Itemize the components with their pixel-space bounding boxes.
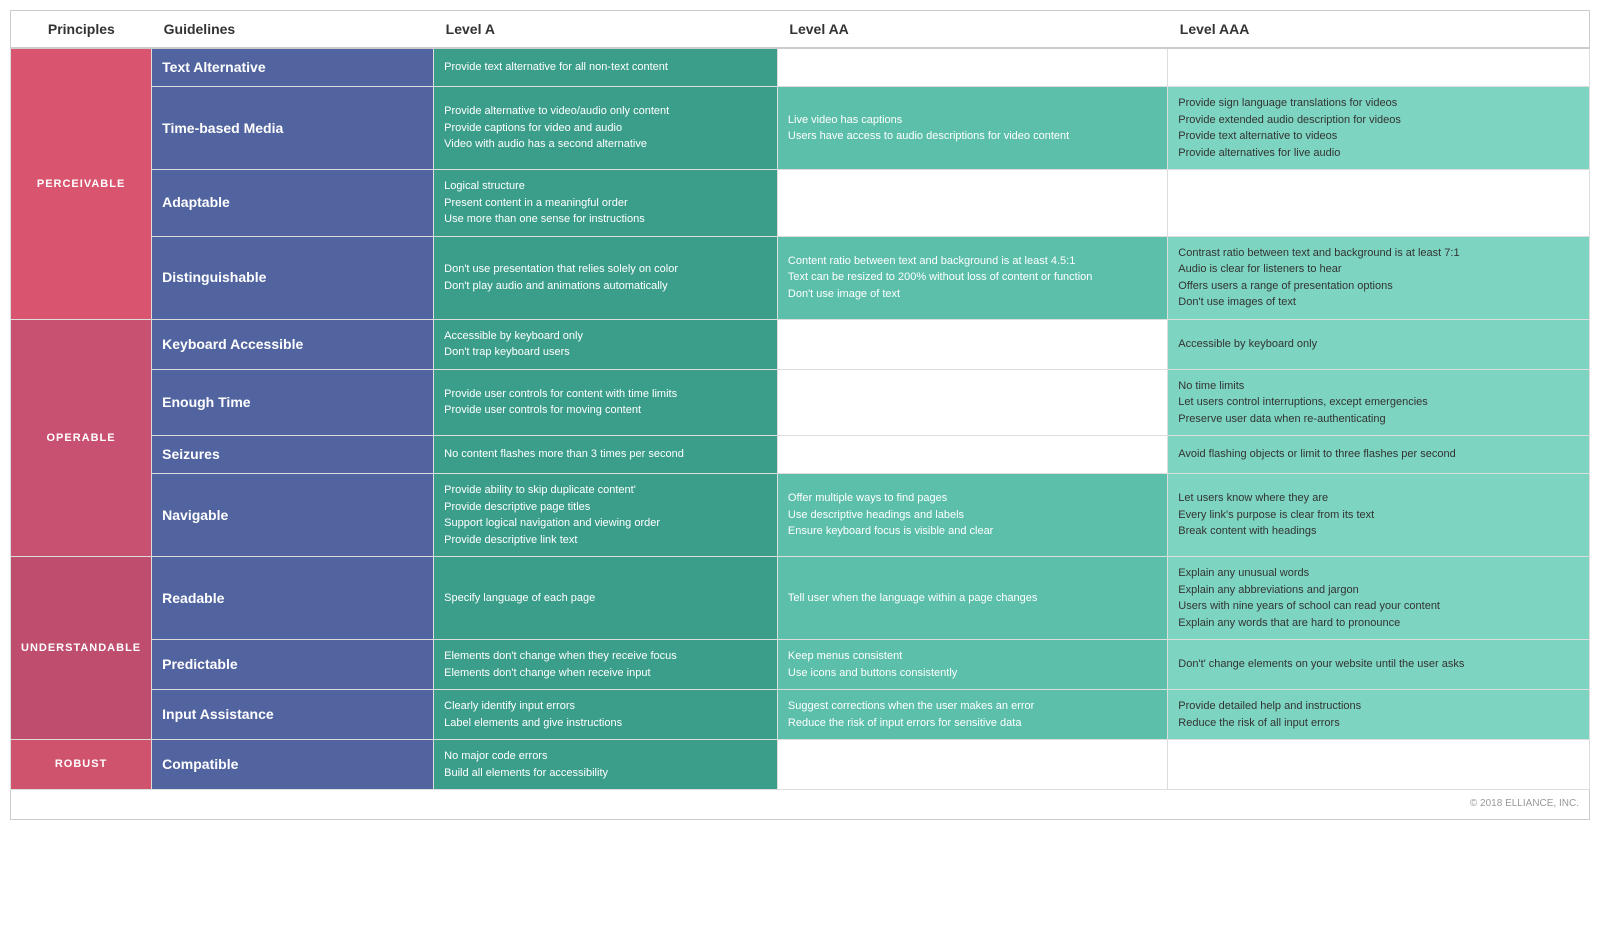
level-a-cell: Provide text alternative for all non-tex… <box>434 48 778 87</box>
header-level-aaa: Level AAA <box>1168 11 1590 49</box>
table-row: PredictableElements don't change when th… <box>11 640 1590 690</box>
table-row: ROBUSTCompatibleNo major code errorsBuil… <box>11 740 1590 790</box>
guideline-cell: Predictable <box>152 640 434 690</box>
guideline-cell: Adaptable <box>152 170 434 237</box>
level-aa-cell <box>777 319 1167 369</box>
guideline-cell: Seizures <box>152 436 434 474</box>
guideline-cell: Compatible <box>152 740 434 790</box>
guideline-cell: Enough Time <box>152 369 434 436</box>
principle-cell: PERCEIVABLE <box>11 48 152 319</box>
table-row: DistinguishableDon't use presentation th… <box>11 236 1590 319</box>
header-principles: Principles <box>11 11 152 49</box>
principle-cell: UNDERSTANDABLE <box>11 557 152 740</box>
level-aa-cell: Keep menus consistentUse icons and butto… <box>777 640 1167 690</box>
guideline-cell: Input Assistance <box>152 690 434 740</box>
level-aaa-cell <box>1168 48 1590 87</box>
level-aaa-cell: Contrast ratio between text and backgrou… <box>1168 236 1590 319</box>
table-row: SeizuresNo content flashes more than 3 t… <box>11 436 1590 474</box>
level-aaa-cell: Don't' change elements on your website u… <box>1168 640 1590 690</box>
level-aaa-cell: Accessible by keyboard only <box>1168 319 1590 369</box>
level-a-cell: No content flashes more than 3 times per… <box>434 436 778 474</box>
header-level-a: Level A <box>434 11 778 49</box>
table-row: Time-based MediaProvide alternative to v… <box>11 87 1590 170</box>
principle-cell: ROBUST <box>11 740 152 790</box>
level-a-cell: Specify language of each page <box>434 557 778 640</box>
guideline-cell: Readable <box>152 557 434 640</box>
header-level-aa: Level AA <box>777 11 1167 49</box>
guideline-cell: Distinguishable <box>152 236 434 319</box>
footer-text: © 2018 ELLIANCE, INC. <box>11 790 1590 820</box>
level-a-cell: Provide alternative to video/audio only … <box>434 87 778 170</box>
table-row: OPERABLEKeyboard AccessibleAccessible by… <box>11 319 1590 369</box>
level-aa-cell: Offer multiple ways to find pagesUse des… <box>777 474 1167 557</box>
level-aa-cell <box>777 369 1167 436</box>
level-a-cell: Logical structurePresent content in a me… <box>434 170 778 237</box>
footer-row: © 2018 ELLIANCE, INC. <box>11 790 1590 820</box>
level-aaa-cell: No time limitsLet users control interrup… <box>1168 369 1590 436</box>
guideline-cell: Time-based Media <box>152 87 434 170</box>
level-aaa-cell <box>1168 170 1590 237</box>
table-row: UNDERSTANDABLEReadableSpecify language o… <box>11 557 1590 640</box>
level-aaa-cell <box>1168 740 1590 790</box>
level-aa-cell <box>777 436 1167 474</box>
level-aa-cell: Tell user when the language within a pag… <box>777 557 1167 640</box>
level-a-cell: Provide user controls for content with t… <box>434 369 778 436</box>
table-header: Principles Guidelines Level A Level AA L… <box>11 11 1590 49</box>
level-aa-cell <box>777 170 1167 237</box>
table-row: Input AssistanceClearly identify input e… <box>11 690 1590 740</box>
level-aaa-cell: Explain any unusual wordsExplain any abb… <box>1168 557 1590 640</box>
level-aa-cell <box>777 740 1167 790</box>
table-row: Enough TimeProvide user controls for con… <box>11 369 1590 436</box>
table-row: PERCEIVABLEText AlternativeProvide text … <box>11 48 1590 87</box>
level-a-cell: No major code errorsBuild all elements f… <box>434 740 778 790</box>
level-aa-cell: Content ratio between text and backgroun… <box>777 236 1167 319</box>
level-a-cell: Accessible by keyboard onlyDon't trap ke… <box>434 319 778 369</box>
table-row: AdaptableLogical structurePresent conten… <box>11 170 1590 237</box>
level-aaa-cell: Let users know where they areEvery link'… <box>1168 474 1590 557</box>
header-guidelines: Guidelines <box>152 11 434 49</box>
wcag-table: Principles Guidelines Level A Level AA L… <box>10 10 1590 820</box>
level-aa-cell: Live video has captionsUsers have access… <box>777 87 1167 170</box>
guideline-cell: Text Alternative <box>152 48 434 87</box>
level-aa-cell: Suggest corrections when the user makes … <box>777 690 1167 740</box>
level-aaa-cell: Avoid flashing objects or limit to three… <box>1168 436 1590 474</box>
level-aaa-cell: Provide sign language translations for v… <box>1168 87 1590 170</box>
level-aaa-cell: Provide detailed help and instructionsRe… <box>1168 690 1590 740</box>
level-a-cell: Elements don't change when they receive … <box>434 640 778 690</box>
level-aa-cell <box>777 48 1167 87</box>
guideline-cell: Navigable <box>152 474 434 557</box>
level-a-cell: Don't use presentation that relies solel… <box>434 236 778 319</box>
guideline-cell: Keyboard Accessible <box>152 319 434 369</box>
level-a-cell: Clearly identify input errorsLabel eleme… <box>434 690 778 740</box>
principle-cell: OPERABLE <box>11 319 152 557</box>
level-a-cell: Provide ability to skip duplicate conten… <box>434 474 778 557</box>
table-row: NavigableProvide ability to skip duplica… <box>11 474 1590 557</box>
